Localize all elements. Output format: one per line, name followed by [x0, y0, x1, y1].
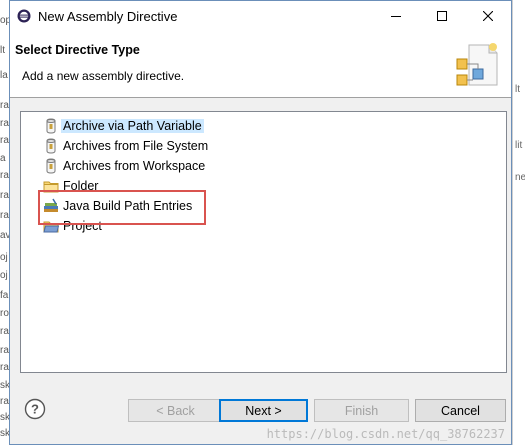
bg-fragment: sk: [0, 380, 9, 391]
bg-fragment: ra: [0, 190, 9, 201]
list-item-label: Archive via Path Variable: [61, 119, 204, 133]
archive-icon: [46, 118, 56, 134]
page-description: Add a new assembly directive.: [22, 69, 185, 83]
bg-fragment: ne: [515, 172, 525, 183]
archive-icon: [46, 158, 56, 174]
finish-button[interactable]: Finish: [314, 399, 409, 422]
wizard-body: Archive via Path Variable Archives from …: [10, 98, 511, 384]
wizard-footer: ? < Back Next > Finish Cancel https://bl…: [10, 384, 511, 444]
bg-fragment: sk: [0, 412, 9, 423]
background-editor-right: lt lit ne: [512, 0, 525, 445]
close-icon: [483, 11, 493, 21]
annotation-highlight-box: [38, 190, 206, 225]
bg-fragment: ra: [0, 326, 9, 337]
bg-fragment: ra: [0, 170, 9, 181]
bg-fragment: ra: [0, 135, 9, 146]
wizard-banner-icon: [456, 43, 498, 86]
list-item-archives-from-file-system[interactable]: Archives from File System: [43, 137, 208, 155]
list-item-archive-via-path-variable[interactable]: Archive via Path Variable: [43, 117, 204, 135]
close-button[interactable]: [465, 1, 511, 31]
list-item-label: Archives from Workspace: [63, 159, 206, 173]
bg-fragment: ra: [0, 396, 9, 407]
bg-fragment: lt: [0, 45, 5, 56]
bg-fragment: op: [0, 15, 9, 26]
bg-fragment: a: [0, 153, 6, 164]
title-bar[interactable]: New Assembly Directive: [10, 1, 511, 31]
list-item-archives-from-workspace[interactable]: Archives from Workspace: [43, 157, 205, 175]
bg-fragment: sk: [0, 428, 9, 439]
bg-fragment: ro: [0, 308, 9, 319]
bg-fragment: ra: [0, 210, 9, 221]
minimize-icon: [391, 16, 401, 17]
bg-fragment: fa: [0, 290, 9, 301]
back-button[interactable]: < Back: [128, 399, 223, 422]
directive-type-list[interactable]: Archive via Path Variable Archives from …: [20, 111, 507, 373]
bg-fragment: ra: [0, 362, 9, 373]
minimize-button[interactable]: [373, 1, 419, 31]
wizard-header: Select Directive Type Add a new assembly…: [10, 31, 511, 98]
archive-icon: [46, 138, 56, 154]
bg-fragment: ra: [0, 100, 9, 111]
page-title: Select Directive Type: [15, 43, 140, 57]
bg-fragment: ra: [0, 345, 9, 356]
next-button[interactable]: Next >: [219, 399, 308, 422]
bg-fragment: oj: [0, 252, 8, 263]
bg-fragment: oj: [0, 270, 8, 281]
bg-fragment: ra: [0, 118, 9, 129]
window-title: New Assembly Directive: [38, 9, 178, 24]
eclipse-icon: [17, 9, 31, 23]
help-icon[interactable]: ?: [24, 398, 46, 420]
bg-fragment: lit: [515, 140, 523, 151]
bg-fragment: lt: [515, 84, 520, 95]
bg-fragment: la: [0, 70, 8, 81]
maximize-icon: [437, 11, 447, 21]
bg-fragment: av: [0, 230, 9, 241]
new-assembly-directive-dialog: New Assembly Directive Select Directive …: [9, 0, 512, 445]
list-item-label: Archives from File System: [63, 139, 209, 153]
svg-text:?: ?: [31, 402, 39, 417]
watermark: https://blog.csdn.net/qq_38762237: [266, 427, 505, 441]
maximize-button[interactable]: [419, 1, 465, 31]
cancel-button[interactable]: Cancel: [415, 399, 506, 422]
